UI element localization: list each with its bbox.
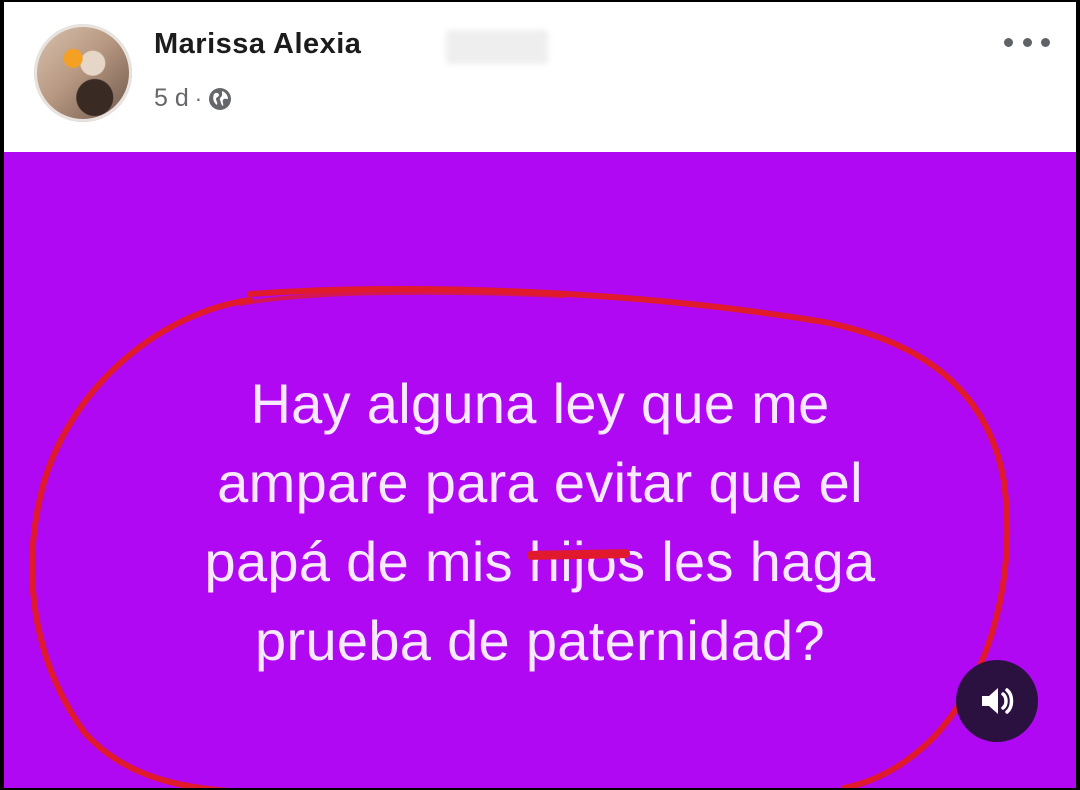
speaker-icon (982, 688, 1014, 714)
dot (1022, 37, 1032, 47)
post-meta: 5 d · (154, 84, 232, 113)
avatar[interactable] (34, 24, 132, 122)
red-strike-annotation (526, 549, 630, 560)
globe-icon[interactable] (208, 87, 232, 111)
post-text-segment: papá de mis (204, 530, 529, 593)
author-block: Marissa Alexia (154, 28, 548, 68)
post-time[interactable]: 5 d (154, 84, 189, 113)
meta-separator: · (194, 85, 203, 111)
dot (1041, 37, 1050, 47)
post-text-line: ampare para evitar que el (217, 451, 863, 514)
post-card: Marissa Alexia 5 d · Hay alguna ley que … (4, 2, 1076, 788)
post-text-line: papá de mis hijoshijos les haga (64, 522, 1016, 601)
struck-word-visible: hijo (528, 530, 618, 593)
more-horizontal-icon[interactable] (1004, 30, 1050, 54)
post-text: Hay alguna ley que me ampare para evitar… (64, 364, 1016, 680)
post-text-line: Hay alguna ley que me (250, 372, 830, 435)
post-text-segment: s les haga (617, 530, 876, 593)
post-text-line: prueba de paternidad? (255, 609, 825, 672)
sound-toggle-button[interactable] (956, 660, 1038, 742)
dot (1004, 37, 1013, 47)
struck-word: hijoshijo (526, 522, 630, 601)
post-background: Hay alguna ley que me ampare para evitar… (4, 152, 1076, 788)
author-name[interactable]: Marissa Alexia (154, 28, 361, 61)
redacted-surname (446, 30, 548, 64)
post-header: Marissa Alexia 5 d · (4, 2, 1076, 152)
